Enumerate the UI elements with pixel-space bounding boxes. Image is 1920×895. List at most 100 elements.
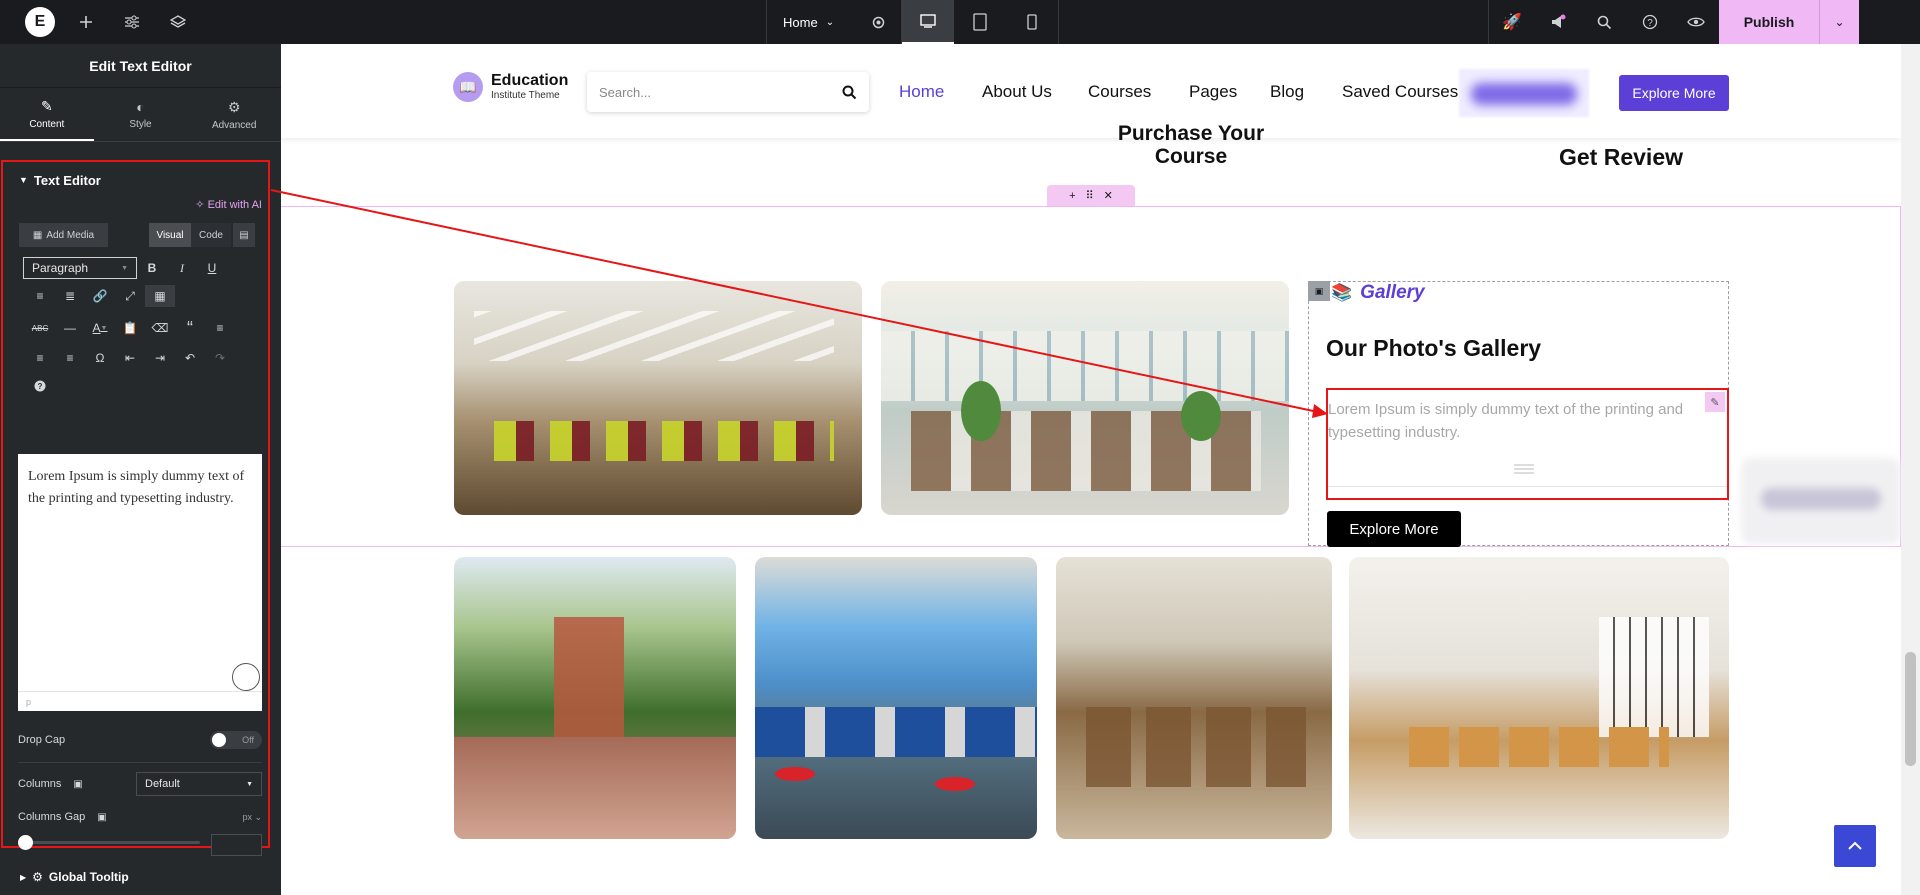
drop-cap-toggle[interactable]: Off xyxy=(210,731,262,749)
nav-pages[interactable]: Pages xyxy=(1189,82,1237,102)
tab-advanced[interactable]: ⚙ Advanced xyxy=(187,88,281,141)
site-settings-icon[interactable] xyxy=(109,0,155,44)
code-tab[interactable]: Code xyxy=(191,223,231,247)
clear-formatting-icon[interactable]: ⌫ xyxy=(145,317,175,339)
page-settings-icon[interactable] xyxy=(855,0,901,44)
whats-new-megaphone-icon[interactable] xyxy=(1535,0,1581,44)
editor-path-status: p xyxy=(18,691,262,711)
strikethrough-icon[interactable]: ABC xyxy=(25,317,55,339)
link-icon[interactable]: 🔗 xyxy=(85,285,115,307)
column-handle-icon[interactable]: ▣ xyxy=(1308,281,1330,301)
format-select[interactable]: Paragraph ▼ xyxy=(23,257,137,279)
columns-gap-input[interactable] xyxy=(211,834,262,856)
publish-options-button[interactable]: ⌄ xyxy=(1819,0,1859,44)
gallery-explore-label: Explore More xyxy=(1349,520,1439,538)
site-header: 📖 Education Institute Theme Search... Ho… xyxy=(281,44,1901,138)
align-right-icon[interactable]: ≡ xyxy=(55,347,85,369)
search-icon[interactable] xyxy=(1581,0,1627,44)
section-divider xyxy=(18,762,262,763)
edit-with-ai-link[interactable]: ✧ Edit with AI xyxy=(3,198,268,218)
text-color-icon[interactable]: A ▼ xyxy=(85,317,115,339)
global-tooltip-section[interactable]: ▶ ⚙ Global Tooltip xyxy=(20,865,129,889)
dynamic-tags-icon[interactable]: ▤ xyxy=(233,223,255,247)
nav-about-us[interactable]: About Us xyxy=(982,82,1052,102)
launchpad-rocket-icon[interactable]: 🚀 xyxy=(1489,0,1535,44)
gallery-tag: 📚 Gallery xyxy=(1331,282,1425,304)
align-left-icon[interactable]: ≡ xyxy=(205,317,235,339)
redo-icon[interactable]: ↷ xyxy=(205,347,235,369)
visual-tab[interactable]: Visual xyxy=(149,223,191,247)
add-element-icon[interactable] xyxy=(63,0,109,44)
widget-edit-icon[interactable]: ✎ xyxy=(1705,392,1725,412)
outdent-icon[interactable]: ⇤ xyxy=(115,347,145,369)
numbered-list-icon[interactable]: ≣ xyxy=(55,285,85,307)
section-handle[interactable]: + ⠿ ✕ xyxy=(1047,185,1135,206)
step-purchase-line2: Course xyxy=(1154,145,1228,168)
caret-down-icon: ▼ xyxy=(19,175,28,185)
bold-icon[interactable]: B xyxy=(137,257,167,279)
mobile-view-icon[interactable] xyxy=(1006,0,1058,44)
scrollbar-thumb[interactable] xyxy=(1905,652,1916,766)
unit-select[interactable]: px ⌄ xyxy=(242,812,262,823)
media-icon: ▦ xyxy=(32,229,43,241)
undo-icon[interactable]: ↶ xyxy=(175,347,205,369)
back-to-top-button[interactable] xyxy=(1834,825,1876,867)
header-explore-button[interactable]: Explore More xyxy=(1619,75,1729,111)
desktop-responsive-icon[interactable]: ▣ xyxy=(97,812,106,823)
indent-icon[interactable]: ⇥ xyxy=(145,347,175,369)
desktop-responsive-icon[interactable]: ▣ xyxy=(73,779,82,790)
caret-right-icon: ▶ xyxy=(20,872,27,882)
italic-icon[interactable]: I xyxy=(167,257,197,279)
fullscreen-icon[interactable]: ⤢ xyxy=(115,285,145,307)
slider-thumb[interactable] xyxy=(18,835,33,850)
add-section-icon[interactable]: + xyxy=(1069,190,1075,202)
help-icon[interactable]: ? xyxy=(1627,0,1673,44)
keyboard-shortcuts-help-icon[interactable]: ? xyxy=(25,375,55,397)
add-media-button[interactable]: ▦ Add Media xyxy=(19,223,108,247)
tablet-view-icon[interactable] xyxy=(954,0,1006,44)
tab-style[interactable]: ◐ Style xyxy=(94,88,188,141)
gallery-photo-hall xyxy=(1349,557,1729,839)
preview-eye-icon[interactable] xyxy=(1673,0,1719,44)
page-select[interactable]: Home ⌄ xyxy=(767,0,855,44)
special-character-icon[interactable]: Ω xyxy=(85,347,115,369)
nav-blog[interactable]: Blog xyxy=(1270,82,1304,102)
canvas-scrollbar[interactable] xyxy=(1901,44,1920,895)
search-box[interactable]: Search... xyxy=(587,72,869,112)
delete-section-icon[interactable]: ✕ xyxy=(1104,189,1113,202)
toolbar-toggle-icon[interactable]: ▦ xyxy=(145,285,175,307)
caret-down-icon: ▼ xyxy=(121,264,128,272)
underline-icon[interactable]: U xyxy=(197,257,227,279)
bullet-list-icon[interactable]: ≡ xyxy=(25,285,55,307)
text-editor-textarea[interactable]: Lorem Ipsum is simply dummy text of the … xyxy=(18,454,262,711)
search-icon[interactable] xyxy=(842,85,857,100)
gallery-text-widget[interactable]: Lorem Ipsum is simply dummy text of the … xyxy=(1326,388,1729,500)
toggle-knob xyxy=(212,733,226,747)
blurred-element xyxy=(1459,69,1589,117)
nav-courses[interactable]: Courses xyxy=(1088,82,1151,102)
align-center-icon[interactable]: ≡ xyxy=(25,347,55,369)
desktop-view-icon[interactable] xyxy=(902,0,954,44)
section-title: Text Editor xyxy=(33,172,101,188)
site-logo[interactable]: 📖 Education Institute Theme xyxy=(453,72,568,102)
blockquote-icon[interactable]: “ xyxy=(175,317,205,339)
gallery-explore-button[interactable]: Explore More xyxy=(1327,511,1461,547)
resize-handle-icon[interactable] xyxy=(232,663,260,691)
tab-content[interactable]: ✎ Content xyxy=(0,88,94,141)
header-explore-label: Explore More xyxy=(1632,85,1716,101)
editor-sidebar: Edit Text Editor ✎ Content ◐ Style ⚙ Adv… xyxy=(0,44,281,895)
columns-gap-slider[interactable] xyxy=(18,834,200,850)
code-label: Code xyxy=(199,229,223,241)
panel-title: Edit Text Editor xyxy=(0,44,281,88)
elementor-logo-icon[interactable]: E xyxy=(25,7,55,37)
nav-home[interactable]: Home xyxy=(899,82,944,102)
publish-button[interactable]: Publish xyxy=(1719,0,1819,44)
search-placeholder: Search... xyxy=(599,84,652,100)
structure-layers-icon[interactable] xyxy=(155,0,201,44)
columns-select[interactable]: Default ▼ xyxy=(136,772,262,796)
horizontal-line-icon[interactable]: — xyxy=(55,317,85,339)
drag-handle-icon[interactable]: ⠿ xyxy=(1086,189,1094,202)
text-editor-section-header[interactable]: ▼ Text Editor xyxy=(3,162,268,198)
paste-text-icon[interactable]: 📋 xyxy=(115,317,145,339)
nav-saved-courses[interactable]: Saved Courses xyxy=(1342,82,1458,102)
